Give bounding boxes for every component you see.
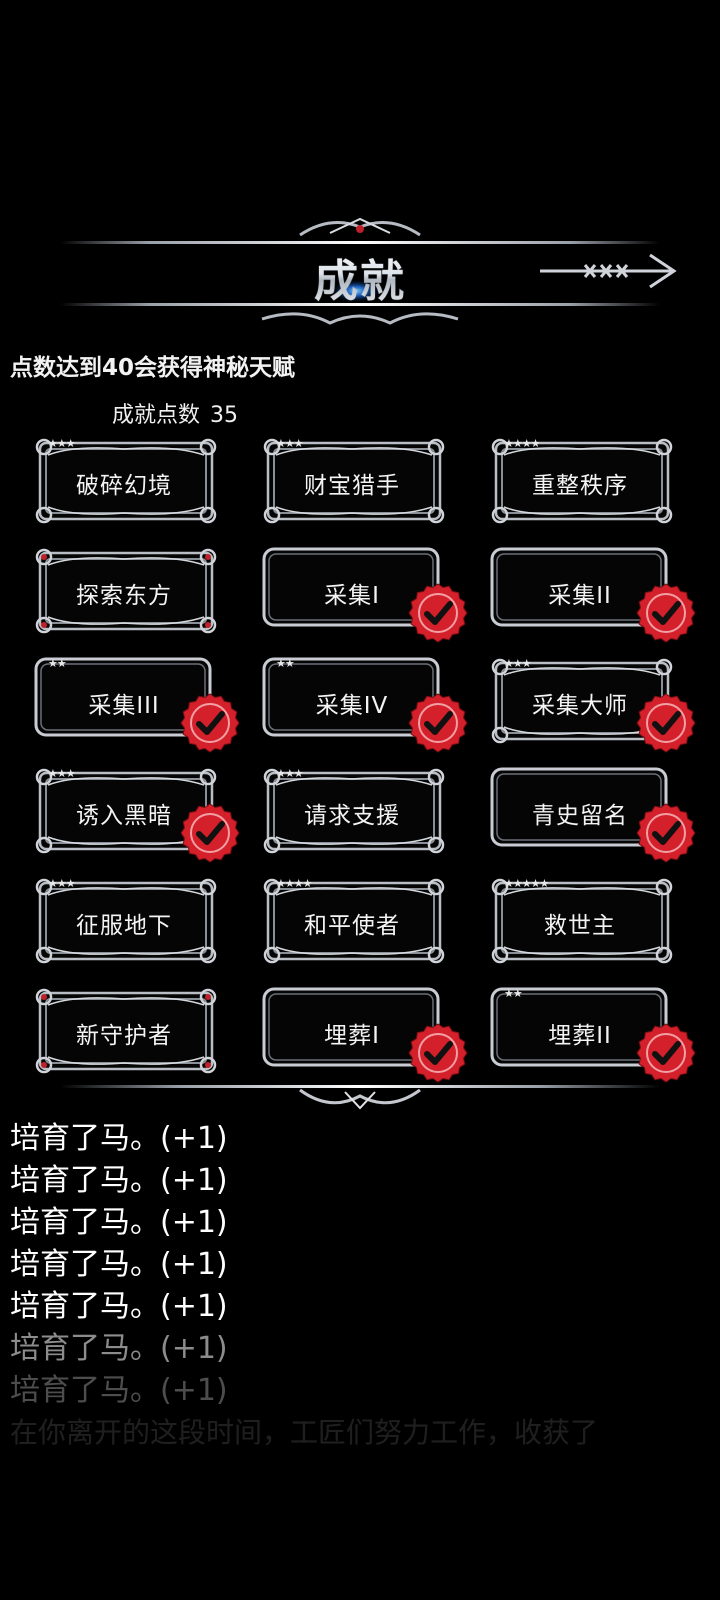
completed-check-icon bbox=[408, 583, 468, 643]
achievement-card[interactable]: ★★★★★ 救世主 bbox=[490, 875, 680, 971]
points-value: 35 bbox=[210, 403, 239, 428]
achievement-header: 成就 bbox=[0, 215, 720, 340]
log-line: 培育了马。(+1) bbox=[10, 1247, 228, 1282]
achievement-card[interactable]: ★★★ 破碎幻境 bbox=[34, 435, 224, 531]
achievement-card[interactable]: ★★ 埋葬II bbox=[490, 985, 696, 1083]
completed-check-icon bbox=[408, 1023, 468, 1083]
achievement-name: 请求支援 bbox=[304, 803, 400, 829]
log-line: 培育了马。(+1) bbox=[10, 1373, 228, 1408]
achievement-name: 和平使者 bbox=[304, 913, 400, 939]
achievement-name: 征服地下 bbox=[76, 913, 172, 939]
log-line: 培育了马。(+1) bbox=[10, 1121, 228, 1156]
completed-check-icon bbox=[636, 803, 696, 863]
completed-check-icon bbox=[180, 803, 240, 863]
achievement-name: 财宝猎手 bbox=[304, 473, 400, 499]
achievement-card[interactable]: ★★★ 财宝猎手 bbox=[262, 435, 452, 531]
achievement-name: 探索东方 bbox=[76, 583, 172, 609]
achievement-card[interactable]: ★★ 采集IV bbox=[262, 655, 468, 753]
achievement-grid: ★★★ 破碎幻境 ★★★ 财宝猎手 ★★★★ 重整秩序 探索东方 采集I 采集I… bbox=[0, 435, 720, 1095]
completed-check-icon bbox=[636, 583, 696, 643]
achievement-card[interactable]: ★★★ 请求支援 bbox=[262, 765, 452, 861]
log-line: 培育了马。(+1) bbox=[10, 1331, 228, 1366]
achievement-name: 重整秩序 bbox=[532, 473, 628, 499]
completed-check-icon bbox=[408, 693, 468, 753]
log-line: 培育了马。(+1) bbox=[10, 1289, 228, 1324]
achievement-card[interactable]: ★★★★ 重整秩序 bbox=[490, 435, 680, 531]
achievement-card[interactable]: 采集I bbox=[262, 545, 468, 643]
achievement-card[interactable]: ★★★ 征服地下 bbox=[34, 875, 224, 971]
achievement-name: 新守护者 bbox=[76, 1023, 172, 1049]
log-line: 培育了马。(+1) bbox=[10, 1163, 228, 1198]
event-log: 培育了马。(+1) 培育了马。(+1) 培育了马。(+1) 培育了马。(+1) 培育了马… bbox=[10, 1118, 710, 1454]
achievement-card[interactable]: 采集II bbox=[490, 545, 696, 643]
reward-info-text: 点数达到40会获得神秘天赋 bbox=[10, 355, 296, 381]
achievement-card[interactable]: ★★★ 采集大师 bbox=[490, 655, 696, 753]
achievement-points: 成就点数 35 bbox=[112, 397, 238, 429]
achievement-card[interactable]: ★★ 采集III bbox=[34, 655, 240, 753]
log-line: 培育了马。(+1) bbox=[10, 1205, 228, 1240]
log-line: 在你离开的这段时间，工匠们努力工作，收获了 bbox=[10, 1416, 599, 1449]
achievement-card[interactable]: ★★★ 诱入黑暗 bbox=[34, 765, 240, 863]
achievement-card[interactable]: 新守护者 bbox=[34, 985, 224, 1081]
completed-check-icon bbox=[636, 1023, 696, 1083]
completed-check-icon bbox=[636, 693, 696, 753]
completed-check-icon bbox=[180, 693, 240, 753]
achievement-card[interactable]: 探索东方 bbox=[34, 545, 224, 641]
points-label: 成就点数 bbox=[112, 403, 201, 428]
achievement-card[interactable]: 埋葬I bbox=[262, 985, 468, 1083]
achievement-card[interactable]: 青史留名 bbox=[490, 765, 696, 863]
achievement-name: 破碎幻境 bbox=[76, 473, 172, 499]
achievement-card[interactable]: ★★★★ 和平使者 bbox=[262, 875, 452, 971]
close-button[interactable] bbox=[578, 255, 678, 295]
achievement-name: 救世主 bbox=[544, 913, 616, 939]
footer-ornament bbox=[60, 1085, 660, 1110]
